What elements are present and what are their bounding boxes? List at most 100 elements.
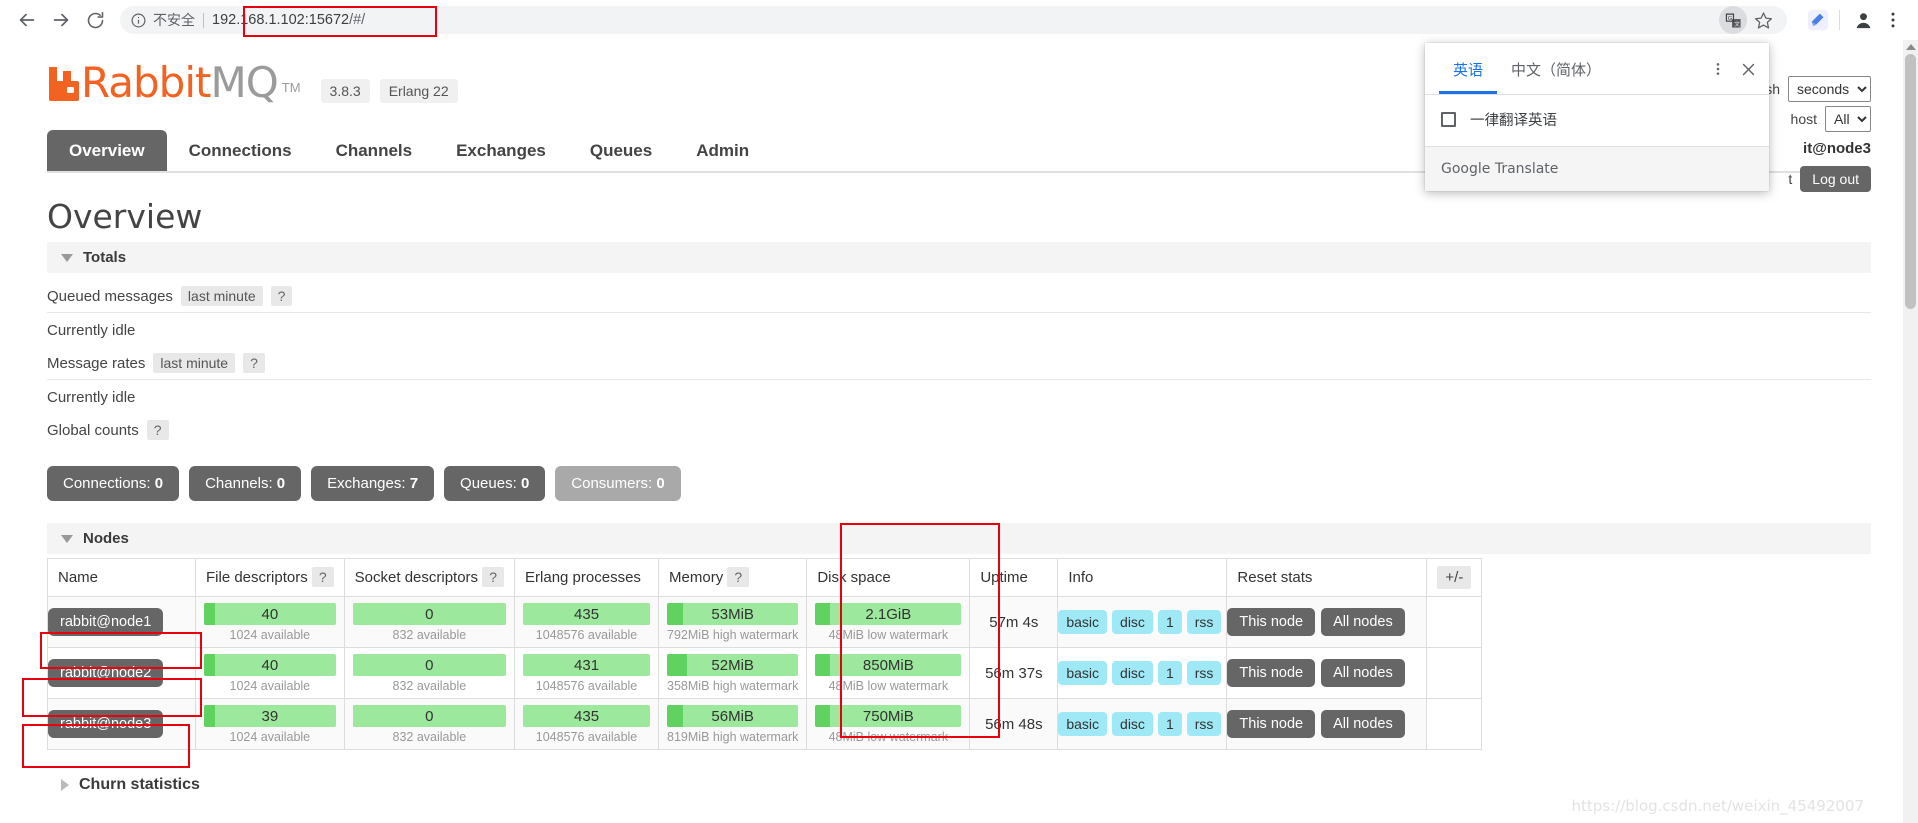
churn-statistics-section-header[interactable]: Churn statistics: [47, 776, 1871, 794]
column-memory[interactable]: Memory ?: [658, 558, 808, 597]
profile-button[interactable]: [1848, 5, 1878, 35]
socket-descriptors-gauge: 0: [352, 654, 507, 676]
counter-exchanges[interactable]: Exchanges: 7: [311, 466, 435, 501]
nodes-table-header-row: Name File descriptors ? Socket descripto…: [47, 558, 1483, 597]
translate-tab-english[interactable]: 英语: [1439, 53, 1498, 94]
message-rates-help-icon[interactable]: ?: [243, 353, 265, 373]
nodes-section-header[interactable]: Nodes: [47, 523, 1871, 554]
message-rates-period[interactable]: last minute: [153, 353, 236, 373]
reset-all-nodes-button[interactable]: All nodes: [1321, 608, 1405, 636]
user-label: t: [1788, 171, 1793, 187]
tab-connections[interactable]: Connections: [167, 130, 314, 171]
vhost-label: host: [1790, 111, 1817, 127]
totals-section-header[interactable]: Totals: [47, 242, 1871, 273]
counter-channels[interactable]: Channels: 0: [189, 466, 302, 501]
refresh-interval-select[interactable]: seconds: [1788, 76, 1871, 102]
extension-button[interactable]: [1805, 7, 1831, 33]
memory-cell: 52MiB 358MiB high watermark: [658, 647, 808, 699]
reset-this-node-button[interactable]: This node: [1227, 659, 1316, 687]
file-descriptors-sub: 1024 available: [229, 628, 311, 642]
reload-button[interactable]: [78, 3, 112, 37]
info-badge-rss[interactable]: rss: [1186, 661, 1222, 685]
info-badge-count[interactable]: 1: [1157, 610, 1182, 634]
bookmark-button[interactable]: [1749, 6, 1777, 34]
socket-descriptors-cell: 0 832 available: [343, 647, 516, 699]
queued-messages-row: Queued messages last minute ?: [47, 277, 1871, 313]
rabbitmq-logo[interactable]: RabbitMQ TM: [47, 62, 301, 104]
columns-toggle-button[interactable]: +/-: [1437, 566, 1472, 589]
vhost-select[interactable]: All: [1825, 106, 1871, 132]
memory-gauge: 53MiB: [667, 603, 799, 625]
always-translate-label[interactable]: 一律翻译英语: [1470, 109, 1557, 130]
info-badge-rss[interactable]: rss: [1186, 610, 1222, 634]
disk-space-cell: 750MiB 48MiB low watermark: [806, 698, 971, 750]
info-badge-basic[interactable]: basic: [1058, 712, 1108, 736]
memory-cell: 56MiB 819MiB high watermark: [658, 698, 808, 750]
reset-all-nodes-button[interactable]: All nodes: [1321, 659, 1405, 687]
file-descriptors-help-icon[interactable]: ?: [311, 567, 334, 587]
always-translate-checkbox[interactable]: [1441, 112, 1456, 127]
tab-queues[interactable]: Queues: [568, 130, 674, 171]
counter-consumers[interactable]: Consumers: 0: [555, 466, 681, 501]
rabbitmq-version-badge: 3.8.3: [320, 79, 370, 103]
address-bar[interactable]: 不安全 192.168.1.102:15672/#/ G 文: [120, 6, 1787, 34]
more-options-icon: [1716, 63, 1720, 75]
page-scrollbar[interactable]: [1903, 40, 1918, 823]
tab-admin[interactable]: Admin: [674, 130, 771, 171]
chevron-down-icon: [61, 253, 73, 262]
url-text[interactable]: 192.168.1.102:15672/#/: [212, 12, 365, 28]
translate-tab-chinese[interactable]: 中文（简体）: [1497, 53, 1615, 94]
disk-space-gauge: 850MiB: [815, 654, 962, 676]
node-link[interactable]: rabbit@node1: [48, 608, 164, 636]
column-name[interactable]: Name: [47, 558, 196, 597]
totals-section-label: Totals: [83, 249, 127, 266]
translate-close-button[interactable]: [1735, 56, 1761, 82]
queued-messages-help-icon[interactable]: ?: [270, 286, 293, 306]
logout-button[interactable]: Log out: [1800, 166, 1871, 192]
column-uptime[interactable]: Uptime: [969, 558, 1059, 597]
reset-stats-cell: This node All nodes: [1226, 596, 1428, 648]
info-badge-count[interactable]: 1: [1157, 712, 1182, 736]
node-link[interactable]: rabbit@node3: [48, 710, 164, 738]
socket-descriptors-help-icon[interactable]: ?: [482, 567, 505, 587]
translate-options-button[interactable]: [1705, 56, 1731, 82]
column-socket-descriptors[interactable]: Socket descriptors ?: [343, 558, 516, 597]
info-badge-count[interactable]: 1: [1157, 661, 1182, 685]
chevron-right-icon: [61, 779, 69, 791]
translate-popup-footer: Google Translate: [1425, 146, 1769, 191]
info-badge-basic[interactable]: basic: [1058, 661, 1108, 685]
tab-exchanges[interactable]: Exchanges: [434, 130, 568, 171]
info-cell: basic disc 1 rss: [1057, 647, 1228, 699]
info-badge-disc[interactable]: disc: [1112, 712, 1153, 736]
back-button[interactable]: [10, 3, 44, 37]
info-badge-disc[interactable]: disc: [1112, 610, 1153, 634]
socket-descriptors-sub: 832 available: [392, 679, 467, 693]
reload-icon: [87, 11, 103, 28]
counter-connections[interactable]: Connections: 0: [47, 466, 180, 501]
queued-messages-period[interactable]: last minute: [180, 286, 263, 306]
counter-queues[interactable]: Queues: 0: [444, 466, 546, 501]
reset-all-nodes-button[interactable]: All nodes: [1321, 710, 1405, 738]
translate-icon[interactable]: G 文: [1719, 6, 1747, 34]
scrollbar-thumb[interactable]: [1905, 54, 1916, 309]
reset-this-node-button[interactable]: This node: [1227, 608, 1316, 636]
column-disk-space[interactable]: Disk space: [806, 558, 971, 597]
forward-button[interactable]: [44, 3, 78, 37]
node-link[interactable]: rabbit@node2: [48, 659, 164, 687]
column-erlang-processes[interactable]: Erlang processes: [514, 558, 660, 597]
info-badge-disc[interactable]: disc: [1112, 661, 1153, 685]
node-name-cell: rabbit@node1: [47, 596, 196, 648]
reset-this-node-button[interactable]: This node: [1227, 710, 1316, 738]
browser-menu-button[interactable]: [1878, 5, 1908, 35]
memory-help-icon[interactable]: ?: [727, 567, 750, 587]
info-badge-basic[interactable]: basic: [1058, 610, 1108, 634]
scroll-up-arrow-icon[interactable]: [1906, 44, 1916, 50]
info-circle-icon[interactable]: [130, 12, 147, 29]
tab-channels[interactable]: Channels: [314, 130, 435, 171]
global-counts-help-icon[interactable]: ?: [146, 420, 169, 440]
socket-descriptors-cell: 0 832 available: [343, 596, 516, 648]
column-file-descriptors[interactable]: File descriptors ?: [195, 558, 345, 597]
tab-overview[interactable]: Overview: [47, 130, 167, 171]
socket-descriptors-gauge: 0: [352, 603, 507, 625]
info-badge-rss[interactable]: rss: [1186, 712, 1222, 736]
